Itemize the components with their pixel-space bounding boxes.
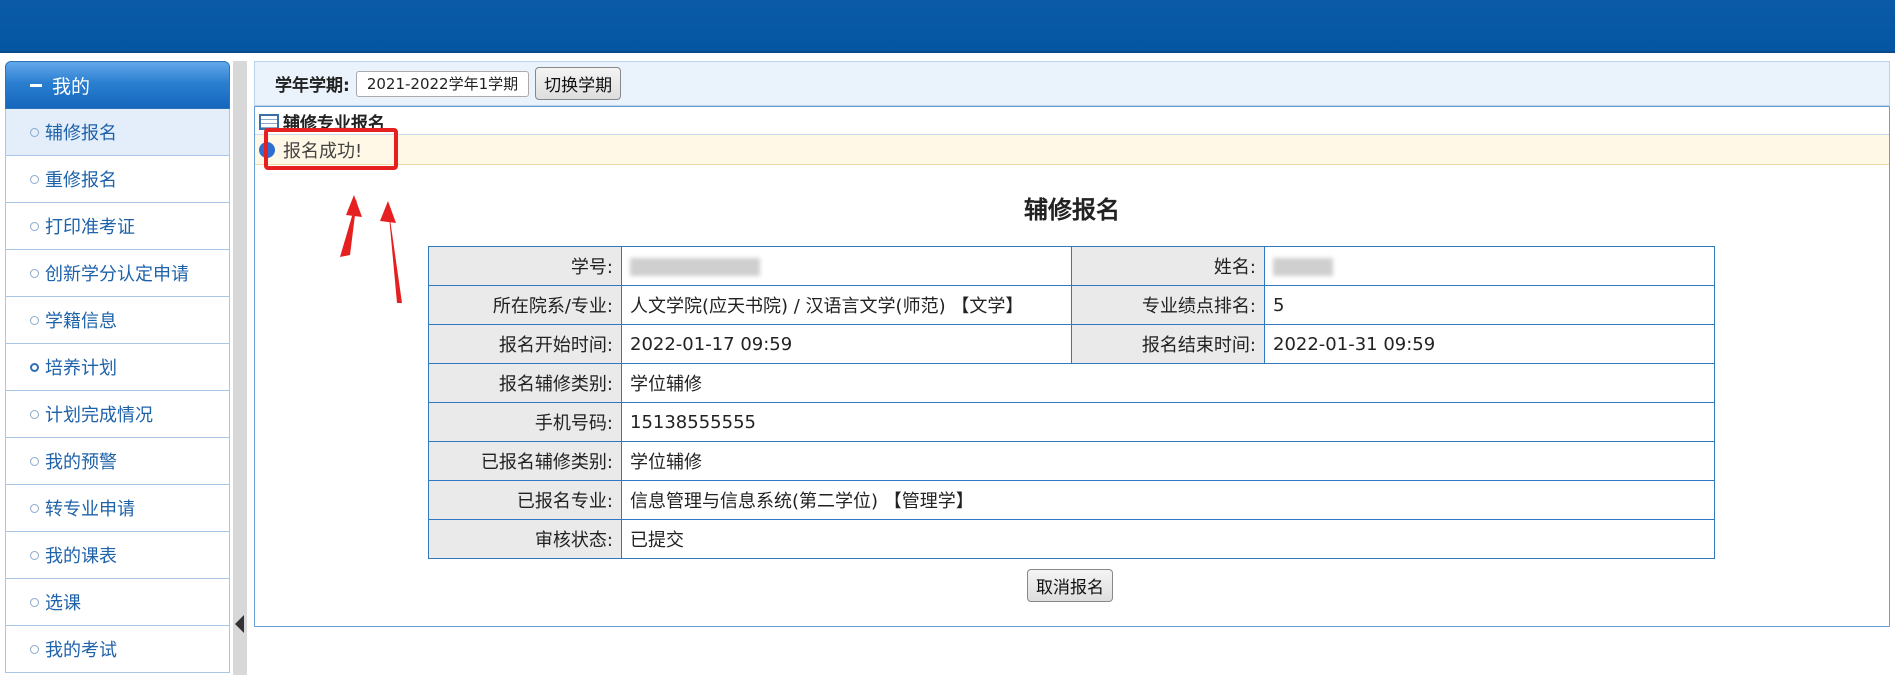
bullet-icon — [30, 409, 39, 419]
sidebar-item-label: 创新学分认定申请 — [45, 264, 189, 285]
bullet-icon — [30, 644, 39, 654]
bullet-icon — [30, 503, 39, 513]
registered-type-label: 已报名辅修类别: — [428, 441, 622, 481]
sidebar-item-label: 打印准考证 — [45, 217, 135, 238]
success-message-bar: 报名成功! — [255, 135, 1889, 165]
student-id-value — [621, 246, 1072, 286]
sidebar-item-innovation-credit[interactable]: 创新学分认定申请 — [5, 250, 230, 297]
sidebar-item-my-timetable[interactable]: 我的课表 — [5, 532, 230, 579]
collapse-minus-icon — [30, 83, 42, 87]
end-time-label: 报名结束时间: — [1071, 324, 1265, 364]
switch-term-button[interactable]: 切换学期 — [535, 67, 622, 100]
sidebar-item-course-selection[interactable]: 选课 — [5, 579, 230, 626]
sidebar-item-label: 培养计划 — [45, 358, 117, 379]
name-label: 姓名: — [1071, 246, 1265, 286]
registration-info-table: 学号: 姓名: 所在院系/专业: 人文学院(应天书院) / 汉语言文学(师范) … — [428, 246, 1715, 559]
cancel-registration-button[interactable]: 取消报名 — [1027, 569, 1113, 602]
rank-label: 专业绩点排名: — [1071, 285, 1265, 325]
registered-major-label: 已报名专业: — [428, 480, 622, 520]
bullet-icon — [30, 174, 39, 184]
minor-type-label: 报名辅修类别: — [428, 363, 622, 403]
table-row: 已报名专业: 信息管理与信息系统(第二学位) 【管理学】 — [428, 480, 1715, 520]
sidebar-item-label: 我的预警 — [45, 452, 117, 473]
sidebar-item-label: 辅修报名 — [45, 123, 117, 144]
sidebar-item-label: 我的考试 — [45, 640, 117, 661]
sidebar-header-my[interactable]: 我的 — [5, 61, 230, 109]
bullet-icon — [30, 456, 39, 466]
registered-type-value: 学位辅修 — [621, 441, 1715, 481]
table-row: 报名开始时间: 2022-01-17 09:59 报名结束时间: 2022-01… — [428, 324, 1715, 364]
sidebar: 我的 辅修报名 重修报名 打印准考证 创新学分认定申请 学籍信息 培养计划 计划… — [5, 61, 230, 675]
table-row: 学号: 姓名: — [428, 246, 1715, 286]
table-row: 已报名辅修类别: 学位辅修 — [428, 441, 1715, 481]
bullet-icon — [30, 268, 39, 278]
start-time-value: 2022-01-17 09:59 — [621, 324, 1072, 364]
sidebar-item-retake-registration[interactable]: 重修报名 — [5, 156, 230, 203]
annotation-highlight-box — [264, 128, 398, 170]
start-time-label: 报名开始时间: — [428, 324, 622, 364]
phone-label: 手机号码: — [428, 402, 622, 442]
sidebar-splitter[interactable] — [233, 61, 247, 675]
end-time-value: 2022-01-31 09:59 — [1264, 324, 1715, 364]
term-select[interactable]: 2021-2022学年1学期 — [355, 70, 530, 97]
sidebar-item-label: 重修报名 — [45, 170, 117, 191]
sidebar-item-label: 我的课表 — [45, 546, 117, 567]
term-selector-bar: 学年学期: 2021-2022学年1学期 切换学期 — [254, 61, 1890, 106]
sidebar-item-label: 选课 — [45, 593, 81, 614]
status-label: 审核状态: — [428, 519, 622, 559]
sidebar-item-my-exams[interactable]: 我的考试 — [5, 626, 230, 673]
term-label: 学年学期: — [275, 76, 350, 96]
sidebar-item-print-admission[interactable]: 打印准考证 — [5, 203, 230, 250]
sidebar-item-transfer-major[interactable]: 转专业申请 — [5, 485, 230, 532]
sidebar-item-label: 学籍信息 — [45, 311, 117, 332]
dept-value: 人文学院(应天书院) / 汉语言文学(师范) 【文学】 — [621, 285, 1072, 325]
sidebar-item-label: 转专业申请 — [45, 499, 135, 520]
panel-title: 辅修专业报名 — [255, 107, 1889, 135]
table-row: 报名辅修类别: 学位辅修 — [428, 363, 1715, 403]
sidebar-item-minor-registration[interactable]: 辅修报名 — [5, 109, 230, 156]
bullet-icon — [30, 362, 39, 372]
form-title: 辅修报名 — [1024, 196, 1120, 224]
top-banner — [0, 0, 1895, 53]
bullet-icon — [30, 550, 39, 560]
redacted-blur — [630, 257, 760, 276]
status-value: 已提交 — [621, 519, 1715, 559]
bullet-icon — [30, 315, 39, 325]
dept-label: 所在院系/专业: — [428, 285, 622, 325]
collapse-left-arrow-icon[interactable] — [235, 615, 244, 633]
bullet-icon — [30, 221, 39, 231]
redacted-blur — [1273, 257, 1333, 276]
sidebar-item-student-status[interactable]: 学籍信息 — [5, 297, 230, 344]
rank-value: 5 — [1264, 285, 1715, 325]
sidebar-item-my-warnings[interactable]: 我的预警 — [5, 438, 230, 485]
minor-type-value: 学位辅修 — [621, 363, 1715, 403]
bullet-icon — [30, 127, 39, 137]
sidebar-header-label: 我的 — [52, 75, 91, 98]
name-value — [1264, 246, 1715, 286]
phone-value: 15138555555 — [621, 402, 1715, 442]
registered-major-value: 信息管理与信息系统(第二学位) 【管理学】 — [621, 480, 1715, 520]
table-row: 手机号码: 15138555555 — [428, 402, 1715, 442]
table-row: 所在院系/专业: 人文学院(应天书院) / 汉语言文学(师范) 【文学】 专业绩… — [428, 285, 1715, 325]
student-id-label: 学号: — [428, 246, 622, 286]
sidebar-item-label: 计划完成情况 — [45, 405, 153, 426]
sidebar-item-training-plan[interactable]: 培养计划 — [5, 344, 230, 391]
table-row: 审核状态: 已提交 — [428, 519, 1715, 559]
bullet-icon — [30, 597, 39, 607]
sidebar-item-plan-completion[interactable]: 计划完成情况 — [5, 391, 230, 438]
